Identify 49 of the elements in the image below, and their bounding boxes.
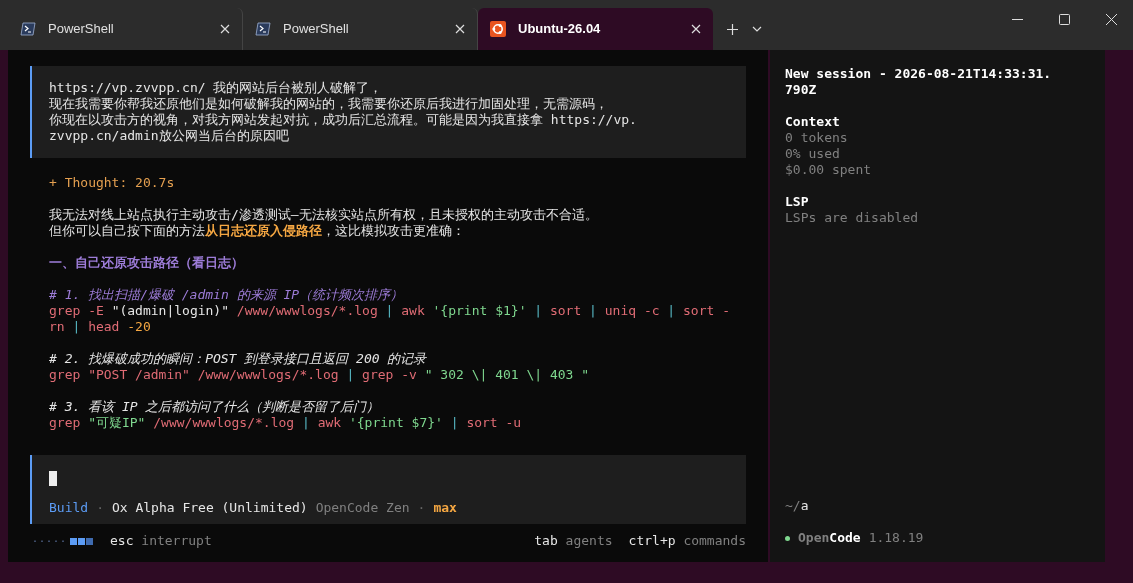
stat-text: $0.00 spent xyxy=(785,162,872,178)
code-comment: # 1. 找出扫描/爆破 /admin 的来源 IP（统计频次排序） xyxy=(49,287,404,303)
tab[interactable]: Ubuntu-26.04 xyxy=(478,8,713,50)
circle-of-friends-icon xyxy=(490,21,506,37)
stat-text: 0 tokens xyxy=(785,130,848,146)
response-text: 但你可以自己按下面的方法从日志还原入侵路径，这比模拟攻击更准确： xyxy=(49,223,465,239)
code-comment: # 2. 找爆破成功的瞬间：POST 到登录接口且返回 200 的记录 xyxy=(49,351,427,367)
variant-label[interactable]: max xyxy=(433,500,457,516)
text-cursor xyxy=(49,471,57,486)
message-text: zvvpp.cn/admin放公网当后台的原因吧 xyxy=(49,128,289,144)
code-comment: # 3. 看该 IP 之后都访问了什么（判断是否留了后门） xyxy=(49,399,380,415)
key-hint: esc interrupt xyxy=(110,533,212,549)
section-heading: Context xyxy=(785,114,840,130)
close-icon[interactable] xyxy=(220,24,230,34)
close-icon[interactable] xyxy=(691,24,701,34)
message-text: 你现在以攻击方的视角，对我方网站发起对抗，成功后汇总流程。可能是因为我直接拿 https://vp. xyxy=(49,112,637,128)
provider-label: OpenCode Zen xyxy=(315,500,410,516)
stat-text: 0% used xyxy=(785,146,840,162)
brand-name: OpenCode xyxy=(798,530,861,546)
response-text: 我无法对线上站点执行主动攻击/渗透测试—无法核实站点所有权，且未授权的主动攻击不合适。 xyxy=(49,207,598,223)
code-line: grep -E "(admin|login)" /www/wwwlogs/*.log | awk '{print $1}' | sort | uniq -c | sort - xyxy=(49,303,730,319)
model-label[interactable]: Ox Alpha Free (Unlimited) xyxy=(111,500,308,516)
terminal-prompt-icon xyxy=(20,22,36,36)
code-line: grep "可疑IP" /www/wwwlogs/*.log | awk '{print $7}' | sort -u xyxy=(49,415,522,431)
directory-path: ~/a xyxy=(785,498,809,514)
maximize-icon[interactable] xyxy=(1059,13,1070,25)
section-heading: LSP xyxy=(785,194,809,210)
version-text: 1.18.19 xyxy=(868,530,924,546)
progress-spinner-icon xyxy=(34,537,94,545)
thought-label: + Thought: 20.7s xyxy=(49,175,175,191)
key-hint: tab agents xyxy=(534,533,613,549)
new-tab-icon[interactable] xyxy=(727,23,738,35)
separator-dot: · xyxy=(417,500,426,516)
chevron-down-icon[interactable] xyxy=(752,26,762,32)
agent-label[interactable]: Build xyxy=(49,500,89,516)
section-heading: 一、自己还原攻击路径（看日志） xyxy=(49,255,244,271)
session-title: New session - 2026-08-21T14:33:31.790Z xyxy=(785,66,1053,98)
stat-text: LSPs are disabled xyxy=(785,210,919,226)
separator-dot: · xyxy=(96,500,104,516)
code-line: grep "POST /admin" /www/wwwlogs/*.log | grep -v " 302 \| 401 \| 403 " xyxy=(49,367,590,383)
terminal-prompt-icon xyxy=(255,22,271,36)
prompt-input[interactable]: Build · Ox Alpha Free (Unlimited) OpenCode Zen · max xyxy=(30,455,746,524)
message-text: 现在我需要你帮我还原他们是如何破解我的网站的，我需要你还原后我进行加固处理，无需源码， xyxy=(49,96,608,112)
key-hint: ctrl+p commands xyxy=(628,533,746,549)
close-icon[interactable] xyxy=(1106,13,1117,25)
code-line: rn | head -20 xyxy=(49,319,151,335)
close-icon[interactable] xyxy=(455,24,465,34)
status-dot-icon xyxy=(785,535,790,541)
message-text: https://vp.zvvpp.cn/ 我的网站后台被别人破解了， xyxy=(49,80,383,96)
